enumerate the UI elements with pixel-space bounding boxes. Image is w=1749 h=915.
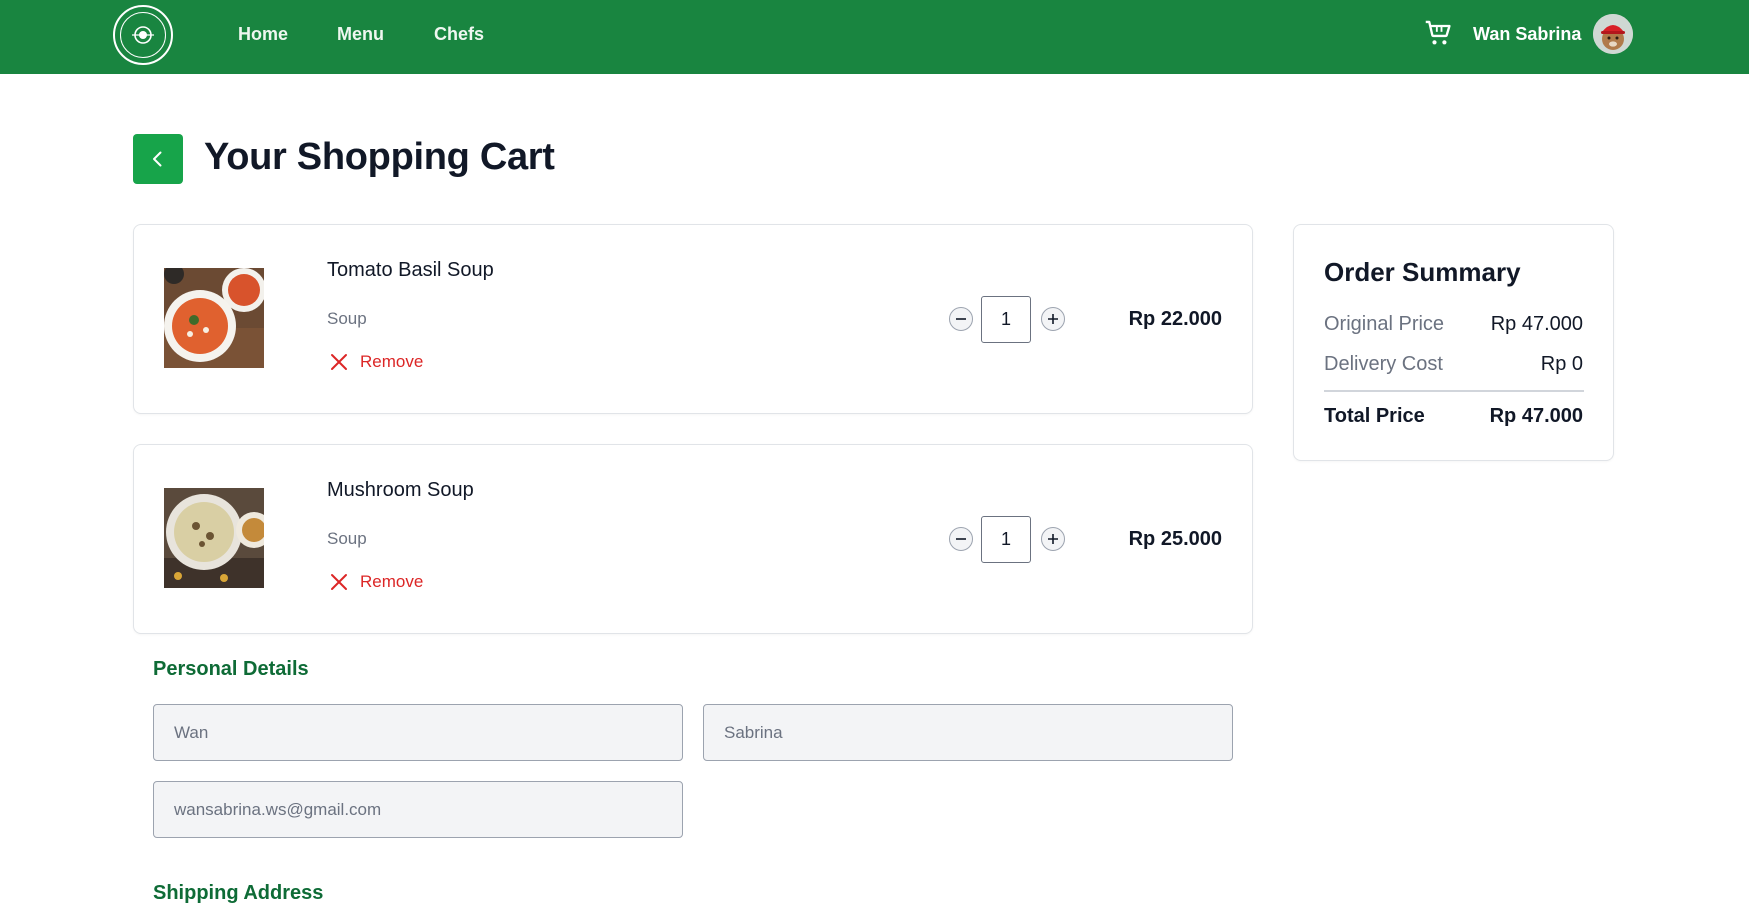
increment-button[interactable] [1041, 527, 1065, 551]
item-name: Mushroom Soup [327, 479, 474, 501]
minus-icon [956, 538, 966, 540]
total-price-label: Total Price [1324, 405, 1425, 427]
quantity-input[interactable] [981, 296, 1031, 343]
original-price-label: Original Price [1324, 313, 1445, 335]
order-summary-title: Order Summary [1324, 257, 1521, 287]
close-icon [331, 354, 347, 370]
page-title: Your Shopping Cart [204, 136, 555, 178]
avatar-image [1593, 14, 1633, 54]
quantity-input[interactable] [981, 516, 1031, 563]
nav-chefs-link[interactable]: Chefs [434, 24, 484, 45]
mushroom-soup-photo [164, 488, 264, 588]
delivery-cost-value: Rp 0 [1540, 353, 1583, 375]
item-category: Soup [327, 529, 367, 548]
tomato-soup-photo [164, 268, 264, 368]
last-name-field[interactable]: Sabrina [703, 704, 1233, 761]
plus-icon [1048, 534, 1058, 544]
mushroom-soup-image [164, 488, 264, 588]
plate-cutlery-icon [132, 26, 154, 44]
remove-label: Remove [360, 352, 424, 371]
user-name[interactable]: Wan Sabrina [1473, 24, 1581, 45]
cart-item-card: Tomato Basil Soup Soup Remove Rp 22.000 [133, 224, 1253, 414]
total-price-value: Rp 47.000 [1489, 405, 1583, 427]
user-avatar[interactable] [1593, 14, 1633, 54]
last-name-value: Sabrina [724, 722, 783, 742]
remove-label: Remove [360, 572, 424, 591]
original-price-value: Rp 47.000 [1490, 313, 1583, 335]
nav-menu-link[interactable]: Menu [337, 24, 384, 45]
decrement-button[interactable] [949, 307, 973, 331]
first-name-field[interactable]: Wan [153, 704, 683, 761]
decrement-button[interactable] [949, 527, 973, 551]
cart-item-card: Mushroom Soup Soup Remove Rp 25.000 [133, 444, 1253, 634]
item-price: Rp 25.000 [1128, 528, 1222, 550]
personal-details-title: Personal Details [153, 658, 309, 680]
item-name: Tomato Basil Soup [327, 259, 494, 281]
email-value: wansabrina.ws@gmail.com [174, 799, 382, 819]
increment-button[interactable] [1041, 307, 1065, 331]
first-name-value: Wan [174, 722, 209, 742]
back-button[interactable] [133, 134, 183, 184]
email-field[interactable]: wansabrina.ws@gmail.com [153, 781, 683, 838]
shopping-cart-icon[interactable] [1424, 19, 1452, 47]
item-category: Soup [327, 309, 367, 328]
item-price: Rp 22.000 [1128, 308, 1222, 330]
restaurant-logo-icon[interactable] [113, 5, 173, 65]
close-icon [331, 574, 347, 590]
remove-item-button[interactable]: Remove [330, 352, 423, 372]
nav-home-link[interactable]: Home [238, 24, 288, 45]
delivery-cost-label: Delivery Cost [1324, 353, 1443, 375]
order-summary-card: Order Summary Original Price Rp 47.000 D… [1293, 224, 1614, 461]
summary-divider [1324, 390, 1584, 392]
remove-item-button[interactable]: Remove [330, 572, 423, 592]
logo-inner-ring [120, 12, 166, 58]
minus-icon [956, 318, 966, 320]
plus-icon [1048, 314, 1058, 324]
shipping-address-title: Shipping Address [153, 882, 324, 904]
chevron-left-icon [153, 151, 162, 167]
top-navbar: Home Menu Chefs Wan Sabrina [0, 0, 1749, 74]
tomato-soup-image [164, 268, 264, 368]
